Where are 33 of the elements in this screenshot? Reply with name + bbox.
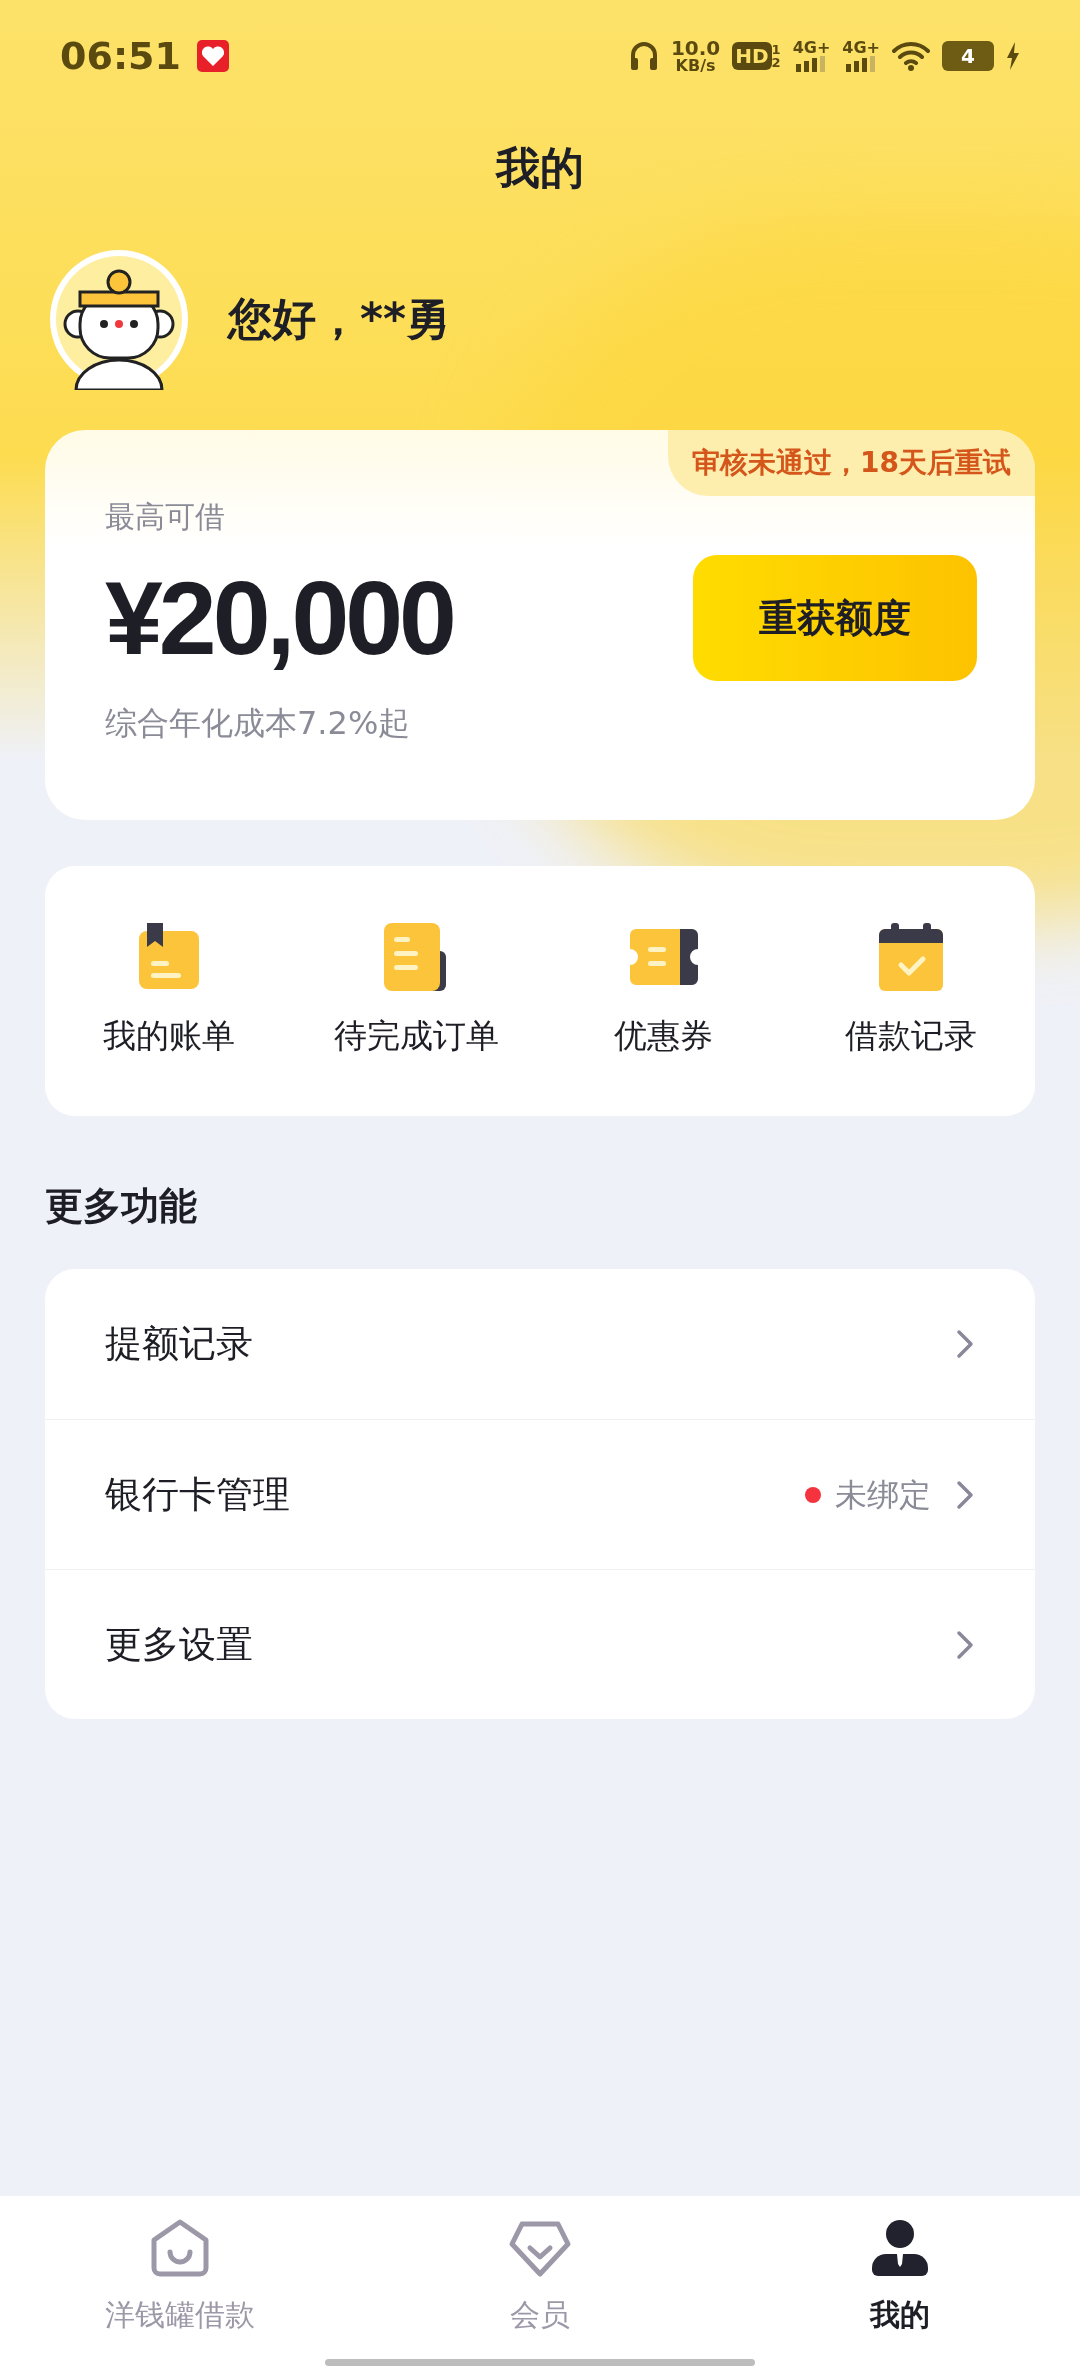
settings-row[interactable]: 银行卡管理 未绑定 xyxy=(45,1419,1035,1569)
wifi-icon xyxy=(892,41,930,71)
bind-status: 未绑定 xyxy=(835,1474,931,1516)
charging-icon xyxy=(1006,42,1020,70)
hd-badge: HD xyxy=(732,42,772,70)
chevron-right-icon xyxy=(955,1478,975,1511)
section-title: 更多功能 xyxy=(45,1183,198,1230)
chevron-right-icon xyxy=(955,1328,975,1360)
headphones-icon xyxy=(628,40,659,72)
sim-number: 1 xyxy=(771,43,781,56)
settings-row[interactable]: 提额记录 xyxy=(45,1269,1035,1419)
network-speed: 10.0 xyxy=(670,38,721,58)
network-type: 4G+ xyxy=(792,40,831,56)
sim-number: 2 xyxy=(771,56,781,69)
shortcut-item[interactable]: 待完成订单 xyxy=(292,921,540,1061)
page-title: 我的 xyxy=(496,141,584,195)
credit-label: 最高可借 xyxy=(105,498,226,536)
shortcut-item[interactable]: 优惠券 xyxy=(540,921,788,1061)
regain-limit-button[interactable]: 重获额度 xyxy=(693,555,977,681)
shortcut-item[interactable]: 借款记录 xyxy=(787,921,1035,1061)
clock: 06:51 xyxy=(60,32,181,80)
chevron-right-icon xyxy=(955,1628,975,1661)
shortcut-item[interactable]: 我的账单 xyxy=(45,921,293,1061)
greeting: 您好，**勇 xyxy=(228,292,451,346)
avatar[interactable] xyxy=(48,248,190,390)
review-notice: 审核未通过，18天后重试 xyxy=(668,430,1035,496)
network-speed-unit: KB/s xyxy=(675,58,716,74)
network-type: 4G+ xyxy=(842,40,880,56)
rate-note: 综合年化成本7.2%起 xyxy=(105,703,412,744)
battery-level: 4 xyxy=(942,41,994,71)
credit-amount: ¥20,000 xyxy=(105,566,453,670)
settings-row[interactable]: 更多设置 xyxy=(45,1569,1035,1719)
tab-item[interactable]: 我的 xyxy=(720,2216,1080,2342)
